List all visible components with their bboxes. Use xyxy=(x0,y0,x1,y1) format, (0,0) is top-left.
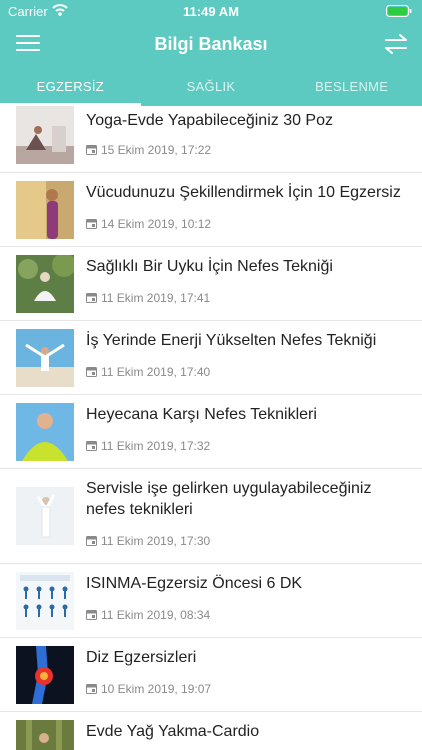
article-date: 15 Ekim 2019, 17:22 xyxy=(86,143,211,157)
list-item[interactable]: Heyecana Karşı Nefes Teknikleri 11 Ekim … xyxy=(0,395,422,469)
list-item[interactable]: Vücudunuzu Şekillendirmek İçin 10 Egzers… xyxy=(0,173,422,247)
tab-egzersiz[interactable]: EGZERSİZ xyxy=(0,66,141,106)
article-title: Evde Yağ Yakma-Cardio xyxy=(86,723,260,740)
calendar-icon xyxy=(86,219,97,229)
list-item[interactable]: Sağlıklı Bir Uyku İçin Nefes Tekniği 11 … xyxy=(0,247,422,321)
list-item[interactable]: Diz Egzersizleri 10 Ekim 2019, 19:07 xyxy=(0,638,422,712)
article-title: Heyecana Karşı Nefes Teknikleri xyxy=(86,406,317,423)
article-date: 11 Ekim 2019, 17:30 xyxy=(86,534,210,548)
page-title: Bilgi Bankası xyxy=(154,34,268,54)
article-title: ISINMA-Egzersiz Öncesi 6 DK xyxy=(86,575,303,592)
article-date: 11 Ekim 2019, 17:41 xyxy=(86,291,210,305)
article-date-text: 11 Ekim 2019, 08:34 xyxy=(101,608,211,622)
article-date: 10 Ekim 2019, 19:07 xyxy=(86,682,211,696)
list-item[interactable]: ISINMA-Egzersiz Öncesi 6 DK 11 Ekim 2019… xyxy=(0,564,422,638)
meditation-thumbnail xyxy=(16,255,74,313)
list-item[interactable]: Yoga-Evde Yapabileceğiniz 30 Poz 15 Ekim… xyxy=(0,106,422,173)
article-date: 11 Ekim 2019, 08:34 xyxy=(86,608,210,622)
article-date: 11 Ekim 2019, 17:32 xyxy=(86,439,210,453)
swap-arrows-icon[interactable] xyxy=(382,32,410,56)
calendar-icon xyxy=(86,293,97,303)
battery-icon xyxy=(386,5,412,17)
list-item[interactable]: Evde Yağ Yakma-Cardio xyxy=(0,712,422,750)
status-time: 11:49 AM xyxy=(183,4,239,19)
calendar-icon xyxy=(86,367,97,377)
knee-xray-thumbnail xyxy=(16,646,74,704)
cardio-thumbnail xyxy=(16,720,74,750)
article-date-text: 11 Ekim 2019, 17:30 xyxy=(101,534,211,548)
article-list: Yoga-Evde Yapabileceğiniz 30 Poz 15 Ekim… xyxy=(0,106,422,750)
status-bar: Carrier 11:49 AM xyxy=(0,0,422,22)
nav-bar: Bilgi Bankası xyxy=(0,22,422,66)
article-title: Diz Egzersizleri xyxy=(86,649,197,666)
fitness-woman-thumbnail xyxy=(16,181,74,239)
article-date: 14 Ekim 2019, 10:12 xyxy=(86,217,211,231)
breathing-thumbnail xyxy=(16,403,74,461)
list-item[interactable]: Servisle işe gelirken uygulayabileceğini… xyxy=(0,469,422,564)
article-date-text: 11 Ekim 2019, 17:40 xyxy=(101,365,211,379)
calendar-icon xyxy=(86,441,97,451)
stretching-woman-thumbnail xyxy=(16,487,74,545)
calendar-icon xyxy=(86,684,97,694)
article-title: Yoga-Evde Yapabileceğiniz 30 Poz xyxy=(86,112,333,129)
article-title: Servisle işe gelirken uygulayabileceğini… xyxy=(86,480,372,518)
tab-saglik[interactable]: SAĞLIK xyxy=(141,66,282,106)
article-title: Vücudunuzu Şekillendirmek İçin 10 Egzers… xyxy=(86,184,401,201)
calendar-icon xyxy=(86,536,97,546)
article-date-text: 15 Ekim 2019, 17:22 xyxy=(101,143,212,157)
article-date-text: 14 Ekim 2019, 10:12 xyxy=(101,217,212,231)
article-date-text: 11 Ekim 2019, 17:32 xyxy=(101,439,211,453)
calendar-icon xyxy=(86,145,97,155)
beach-stretch-thumbnail xyxy=(16,329,74,387)
article-title: İş Yerinde Enerji Yükselten Nefes Tekniğ… xyxy=(86,332,377,349)
article-title: Sağlıklı Bir Uyku İçin Nefes Tekniği xyxy=(86,258,333,275)
category-tabs: EGZERSİZ SAĞLIK BESLENME xyxy=(0,66,422,106)
calendar-icon xyxy=(86,610,97,620)
warmup-chart-thumbnail xyxy=(16,572,74,630)
article-date-text: 10 Ekim 2019, 19:07 xyxy=(101,682,212,696)
tab-beslenme[interactable]: BESLENME xyxy=(281,66,422,106)
article-date-text: 11 Ekim 2019, 17:41 xyxy=(101,291,211,305)
list-item[interactable]: İş Yerinde Enerji Yükselten Nefes Tekniğ… xyxy=(0,321,422,395)
yoga-thumbnail xyxy=(16,106,74,164)
article-date: 11 Ekim 2019, 17:40 xyxy=(86,365,210,379)
